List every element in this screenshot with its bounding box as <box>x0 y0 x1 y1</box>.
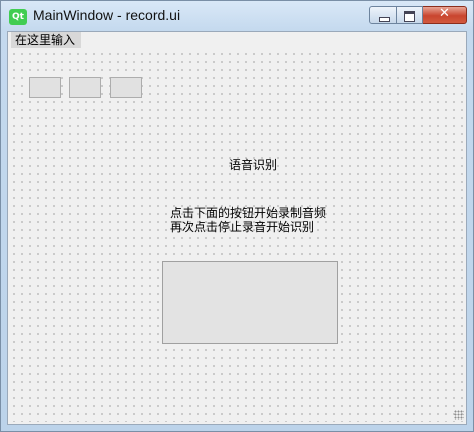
heading-label: 语音识别 <box>229 158 278 172</box>
menu-item-type-here[interactable]: 在这里输入 <box>11 32 82 48</box>
status-bar <box>8 422 466 424</box>
client-area: 在这里输入 语音识别 点击下面的按钮开始录制音频 再次点击停止录音开始识别 <box>7 31 467 425</box>
main-window: Qt MainWindow - record.ui 在这里输入 语音识别 点击下… <box>0 0 474 432</box>
size-grip-icon[interactable] <box>454 410 464 420</box>
push-button-3[interactable] <box>110 77 142 98</box>
instruction-label-line1: 点击下面的按钮开始录制音频 <box>170 206 327 220</box>
window-controls <box>369 6 467 26</box>
push-button-1[interactable] <box>29 77 61 98</box>
instruction-label-line2: 再次点击停止录音开始识别 <box>170 220 315 234</box>
close-button[interactable] <box>423 6 467 24</box>
qt-logo-icon: Qt <box>9 9 27 25</box>
menu-bar: 在这里输入 <box>8 32 466 48</box>
window-title: MainWindow - record.ui <box>33 7 181 23</box>
title-bar[interactable]: Qt MainWindow - record.ui <box>1 1 473 31</box>
record-display-box[interactable] <box>162 261 338 344</box>
form-canvas: 语音识别 点击下面的按钮开始录制音频 再次点击停止录音开始识别 <box>8 48 466 424</box>
minimize-button[interactable] <box>369 6 397 24</box>
push-button-2[interactable] <box>69 77 101 98</box>
maximize-button[interactable] <box>397 6 423 24</box>
